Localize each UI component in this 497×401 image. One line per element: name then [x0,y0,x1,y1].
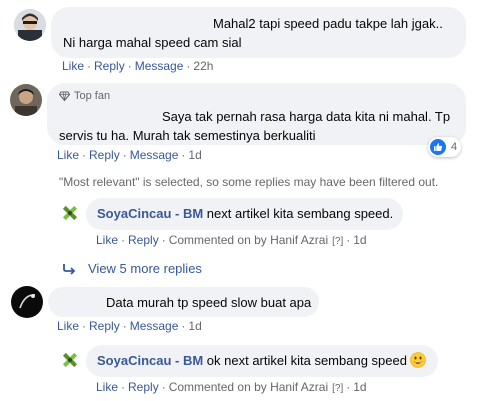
view-more-replies-label: View 5 more replies [88,261,202,276]
grinning-face-emoji-icon [410,352,426,368]
reply-actions: Like · Reply · Commented on by Hanif Azrai [?… [96,233,367,247]
separator: · [161,380,166,394]
message-link[interactable]: Message [130,148,179,162]
like-link[interactable]: Like [96,233,118,247]
commented-on-by[interactable]: Commented on by Hanif Azrai [169,380,328,394]
separator: · [122,319,127,333]
like-link[interactable]: Like [96,380,118,394]
avatar[interactable] [10,84,42,116]
reply-link[interactable]: Reply [94,59,125,73]
user-avatar-icon [11,286,43,318]
comment-bubble: Top fan Saya tak pernah rasa harga data … [47,83,466,145]
separator: · [82,319,87,333]
separator: · [87,59,92,73]
reply-text: SoyaCincau - BM ok next artikel kita sem… [97,351,427,370]
timestamp[interactable]: 1d [188,148,201,162]
reply-link[interactable]: Reply [128,380,159,394]
reply-body: ok next artikel kita sembang speed [203,353,407,368]
separator: · [181,319,186,333]
separator: · [121,233,126,247]
help-link[interactable]: [?] [332,383,343,394]
filter-notice: "Most relevant" is selected, so some rep… [59,175,439,189]
reply-arrow-icon [63,263,76,275]
reaction-count: 4 [451,141,458,153]
separator: · [346,380,351,394]
page-avatar[interactable] [61,204,79,222]
commented-on-by[interactable]: Commented on by Hanif Azrai [169,233,328,247]
message-link[interactable]: Message [135,59,184,73]
timestamp[interactable]: 1d [353,380,366,394]
like-link[interactable]: Like [62,59,84,73]
soyacincau-logo-icon [62,352,78,368]
avatar[interactable] [14,9,46,41]
soyacincau-logo-icon [62,205,78,221]
comment-text: Data murah tp speed slow buat apa [106,295,312,310]
badge-label: Top fan [74,89,111,102]
comment-text: Saya tak pernah rasa harga data kita ni … [59,109,451,143]
separator: · [181,148,186,162]
timestamp[interactable]: 22h [193,59,213,73]
comment-text: Mahal2 tapi speed padu takpe lah jgak.. … [63,16,443,50]
comment-bubble: Data murah tp speed slow buat apa [48,287,319,317]
reply-author-link[interactable]: SoyaCincau - BM [97,353,203,368]
reply-actions: Like · Reply · Commented on by Hanif Azrai [?… [96,380,367,394]
like-reaction-icon [430,139,446,155]
reply-link[interactable]: Reply [128,233,159,247]
reply-link[interactable]: Reply [89,319,120,333]
separator: · [82,148,87,162]
user-avatar-icon [14,9,46,41]
page-avatar[interactable] [61,351,79,369]
reply-text: SoyaCincau - BM next artikel kita semban… [97,204,394,223]
comment-actions: Like · Reply · Message · 1d [57,148,202,162]
separator: · [161,233,166,247]
comment-actions: Like · Reply · Message · 1d [57,319,202,333]
separator: · [127,59,132,73]
reply-body: next artikel kita sembang speed. [203,206,394,221]
reply-author-link[interactable]: SoyaCincau - BM [97,206,203,221]
like-link[interactable]: Like [57,319,79,333]
reply-bubble: SoyaCincau - BM next artikel kita semban… [86,198,403,230]
comment-bubble: Mahal2 tapi speed padu takpe lah jgak.. … [51,7,466,58]
timestamp[interactable]: 1d [353,233,366,247]
diamond-icon [59,90,70,101]
timestamp[interactable]: 1d [188,319,201,333]
top-fan-badge: Top fan [59,88,454,103]
reply-link[interactable]: Reply [89,148,120,162]
message-link[interactable]: Message [130,319,179,333]
separator: · [121,380,126,394]
separator: · [122,148,127,162]
reply-bubble: SoyaCincau - BM ok next artikel kita sem… [86,345,438,377]
user-avatar-icon [10,84,42,116]
separator: · [186,59,191,73]
help-link[interactable]: [?] [332,236,343,247]
separator: · [346,233,351,247]
comment-actions: Like · Reply · Message · 22h [62,59,213,73]
reaction-summary[interactable]: 4 [428,137,462,157]
like-link[interactable]: Like [57,148,79,162]
view-more-replies-link[interactable]: View 5 more replies [63,261,202,276]
avatar[interactable] [11,286,43,318]
